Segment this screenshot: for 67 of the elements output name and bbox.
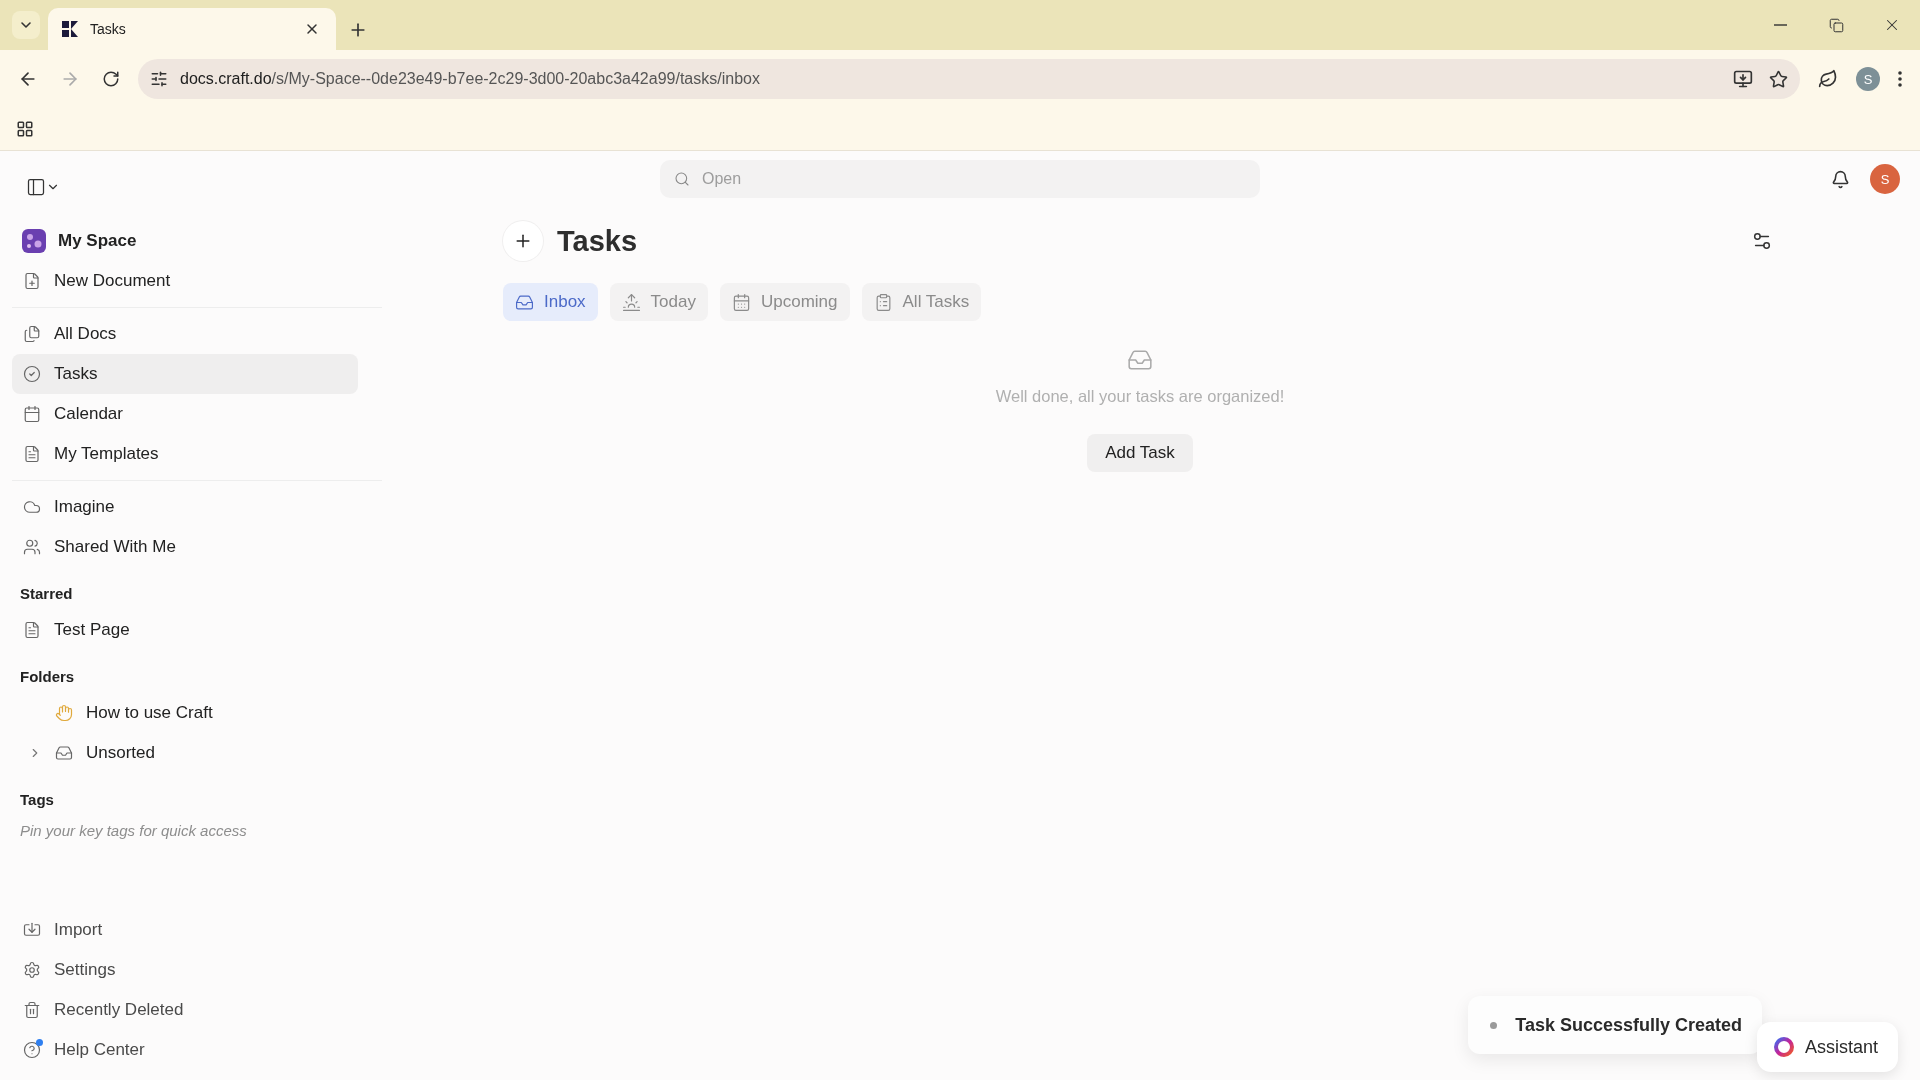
toast-message: Task Successfully Created: [1515, 1014, 1742, 1036]
task-view-tab[interactable]: Inbox: [503, 283, 598, 321]
add-task-button[interactable]: Add Task: [1087, 434, 1193, 472]
tab-title: Tasks: [90, 21, 127, 37]
sidebar-nav-item[interactable]: Calendar: [12, 394, 358, 434]
menu-icon: [1898, 71, 1902, 87]
import-icon: [23, 921, 41, 939]
documents-icon: [23, 325, 41, 343]
reload-icon: [102, 70, 120, 88]
browser-tab[interactable]: Tasks: [48, 8, 336, 50]
address-bar[interactable]: docs.craft.do/s/My-Space--0de23e49-b7ee-2c29-3d00-20abc3a42a99/tasks/inbox: [138, 59, 1800, 99]
add-button[interactable]: [503, 221, 543, 261]
grid-icon: [16, 120, 34, 138]
sidebar-icon: [26, 177, 46, 197]
trash-icon: [23, 1001, 41, 1019]
new-document-icon: [23, 272, 41, 290]
leaf-icon: [1818, 69, 1838, 89]
sidebar-footer-item[interactable]: Settings: [12, 950, 358, 990]
tab-list-button[interactable]: [12, 11, 40, 39]
bell-icon: [1831, 169, 1850, 189]
calendar-icon: [731, 292, 751, 312]
empty-state-message: Well done, all your tasks are organized!: [995, 387, 1285, 406]
sidebar-footer-item[interactable]: Recently Deleted: [12, 990, 358, 1030]
tags-heading: Tags: [19, 790, 55, 810]
cloud-icon: [23, 498, 41, 516]
starred-heading: Starred: [19, 584, 74, 604]
search-field[interactable]: Open: [660, 160, 1260, 198]
ring-icon: [1772, 1036, 1795, 1058]
sidebar-nav-item[interactable]: All Docs: [12, 314, 358, 354]
folder-item[interactable]: Unsorted: [12, 733, 358, 773]
check-circle-icon: [23, 365, 41, 383]
assistant-button[interactable]: Assistant: [1756, 1022, 1898, 1072]
folders-heading: Folders: [19, 667, 76, 687]
gear-icon: [23, 961, 41, 979]
waving-hand-icon: [55, 704, 73, 722]
folder-item[interactable]: How to use Craft: [12, 693, 358, 733]
minimize-icon: [1773, 24, 1787, 26]
search-icon: [674, 171, 690, 187]
template-icon: [23, 445, 41, 463]
page-title: Tasks: [557, 224, 639, 258]
close-icon: [304, 21, 320, 37]
craft-logo-icon: [60, 19, 80, 39]
user-avatar[interactable]: S: [1870, 164, 1900, 194]
page-icon: [23, 621, 41, 639]
monitor-download-icon: [1733, 69, 1753, 89]
sidebar-nav-item[interactable]: Shared With Me: [12, 527, 358, 567]
sliders-icon: [1751, 230, 1773, 252]
people-icon: [23, 538, 41, 556]
sidebar-nav-item[interactable]: Tasks: [12, 354, 358, 394]
sidebar-nav-item[interactable]: My Templates: [12, 434, 358, 474]
help-icon: [23, 1041, 41, 1059]
calendar-icon: [23, 405, 41, 423]
sidebar-nav-item[interactable]: Imagine: [12, 487, 358, 527]
sidebar-footer-item[interactable]: Help Center: [12, 1030, 358, 1070]
restore-icon: [1828, 17, 1844, 33]
tags-hint: Pin your key tags for quick access: [19, 821, 248, 841]
tray-icon: [55, 744, 73, 762]
status-dot: [1490, 1021, 1498, 1029]
star-icon: [1769, 69, 1788, 89]
new-document-item[interactable]: New Document: [12, 261, 358, 301]
sliders-icon: [150, 70, 168, 88]
url-text: docs.craft.do/s/My-Space--0de23e49-b7ee-2c29-3d00-20abc3a42a99/tasks/inbox: [180, 70, 761, 88]
sunrise-icon: [621, 292, 641, 312]
starred-item[interactable]: Test Page: [12, 610, 358, 650]
workspace-item[interactable]: My Space: [12, 221, 358, 261]
workspace-avatar-icon: [22, 229, 46, 253]
sidebar-footer-item[interactable]: Import: [12, 910, 358, 950]
